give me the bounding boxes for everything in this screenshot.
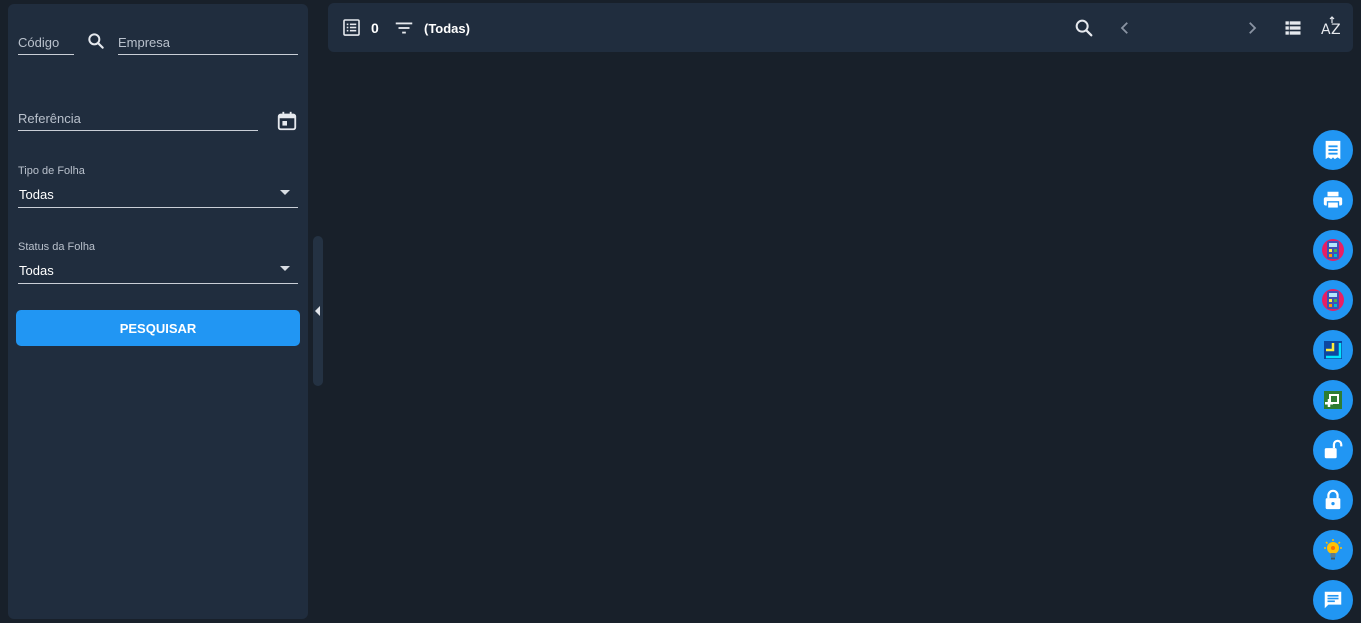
- sort-alpha-icon[interactable]: A Z: [1320, 16, 1344, 40]
- empresa-underline: [118, 54, 298, 55]
- print-icon: [1323, 191, 1343, 209]
- chevron-down-icon: [280, 190, 290, 195]
- status-folha-value: Todas: [19, 263, 54, 278]
- panel-collapse-handle[interactable]: [313, 236, 323, 386]
- referencia-underline: [18, 130, 258, 131]
- lock-open-icon: [1324, 439, 1343, 459]
- svg-text:A: A: [1321, 22, 1331, 38]
- tipo-folha-value: Todas: [19, 187, 54, 202]
- fab-chat-button[interactable]: [1313, 580, 1353, 620]
- list-icon: [343, 19, 360, 36]
- fab-print-button[interactable]: [1313, 180, 1353, 220]
- fab-document-button[interactable]: [1313, 130, 1353, 170]
- pesquisar-button[interactable]: PESQUISAR: [16, 310, 300, 346]
- referencia-label: Referência: [18, 111, 81, 126]
- codigo-label: Código: [18, 35, 60, 50]
- empresa-label: Empresa: [118, 35, 171, 50]
- fab-calculator-button-2[interactable]: [1313, 280, 1353, 320]
- filter-panel: Código Empresa Referência Tipo de Folha …: [8, 4, 308, 619]
- lock-icon: [1325, 489, 1341, 510]
- chevron-down-icon: [280, 266, 290, 271]
- fab-add-box-button[interactable]: [1313, 380, 1353, 420]
- codigo-underline: [18, 54, 74, 55]
- crop-icon: [1324, 341, 1342, 359]
- fab-lock-button[interactable]: [1313, 480, 1353, 520]
- status-folha-label: Status da Folha: [18, 241, 96, 253]
- app-root: Código Empresa Referência Tipo de Folha …: [0, 0, 1361, 623]
- add-box-icon: [1324, 391, 1342, 409]
- svg-text:Z: Z: [1331, 22, 1341, 38]
- lightbulb-icon: [1324, 539, 1342, 560]
- document-list-icon: [1325, 140, 1341, 160]
- calculator-icon: [1322, 239, 1344, 261]
- results-toolbar: 0 (Todas) A Z: [328, 3, 1353, 52]
- calculator-icon: [1322, 289, 1344, 311]
- tipo-folha-label: Tipo de Folha: [18, 165, 85, 177]
- calendar-icon[interactable]: [276, 110, 298, 132]
- chevron-left-icon[interactable]: [1116, 18, 1134, 38]
- fab-crop-button[interactable]: [1313, 330, 1353, 370]
- active-filter-text: (Todas): [424, 21, 470, 36]
- chevron-right-icon[interactable]: [1243, 18, 1261, 38]
- record-count: 0: [371, 20, 379, 36]
- view-list-icon[interactable]: [1283, 18, 1303, 38]
- search-icon[interactable]: [86, 31, 106, 51]
- filter-icon[interactable]: [393, 17, 415, 39]
- search-icon[interactable]: [1073, 17, 1095, 39]
- chevron-left-icon: [315, 306, 320, 316]
- fab-unlock-button[interactable]: [1313, 430, 1353, 470]
- fab-calculator-button-1[interactable]: [1313, 230, 1353, 270]
- tipo-folha-underline: [18, 207, 298, 208]
- chat-icon: [1324, 591, 1342, 609]
- status-folha-underline: [18, 283, 298, 284]
- fab-idea-button[interactable]: [1313, 530, 1353, 570]
